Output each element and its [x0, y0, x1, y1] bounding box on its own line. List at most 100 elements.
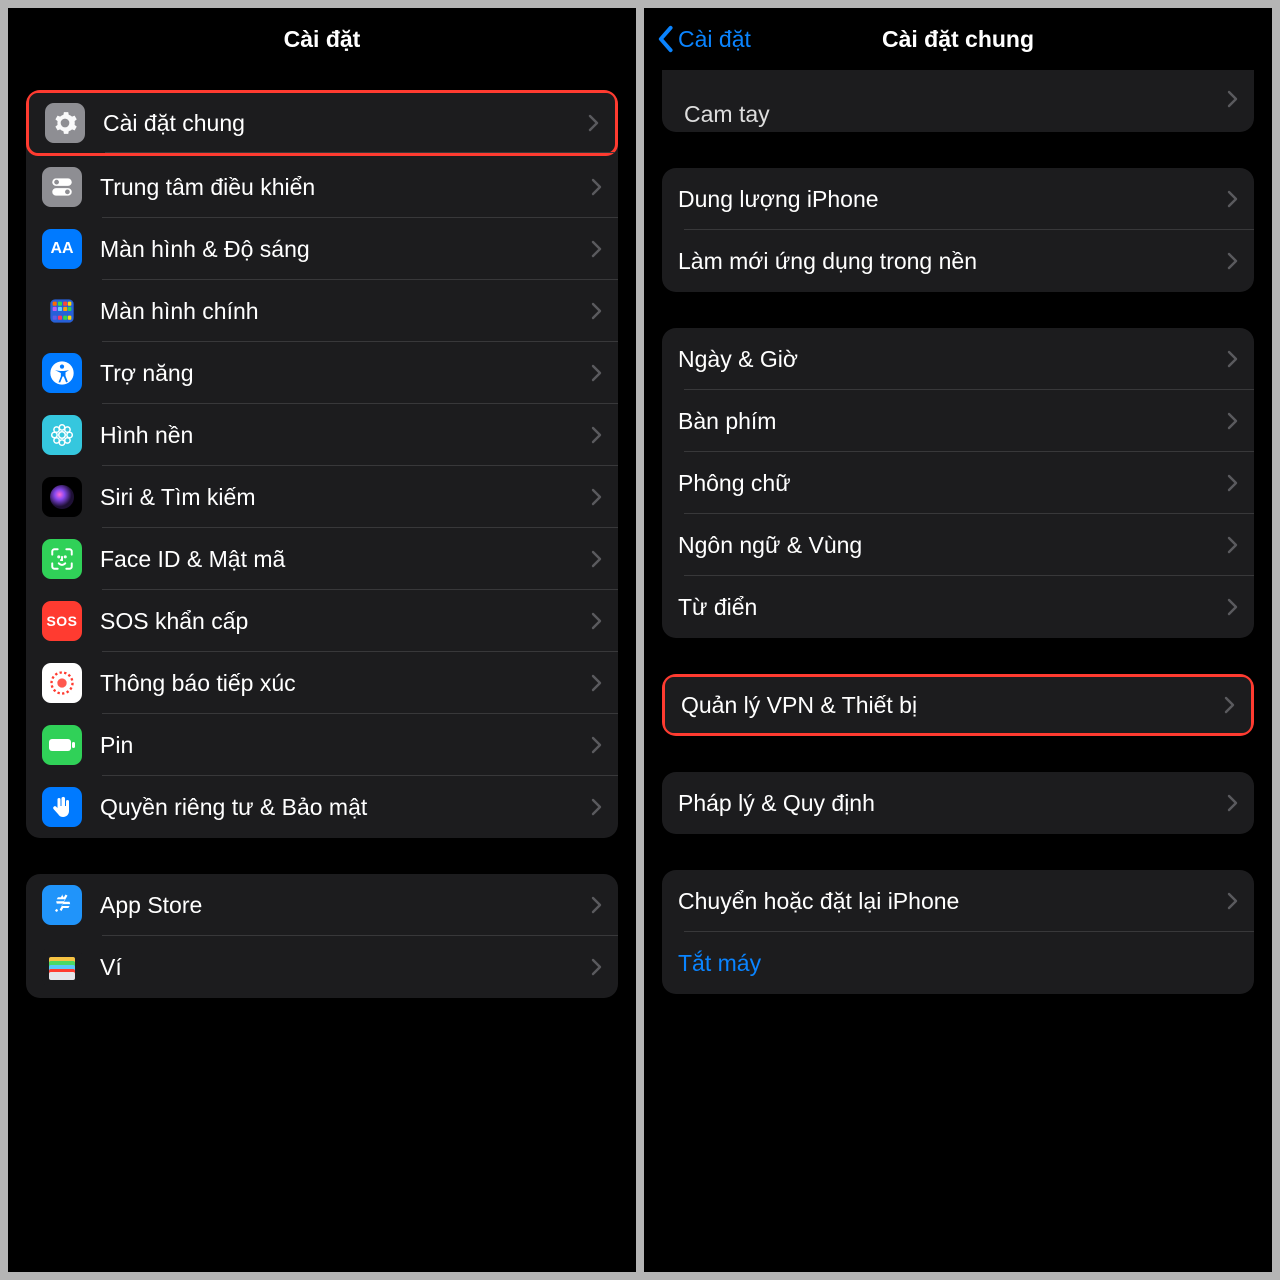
- settings-row[interactable]: Phông chữ: [662, 452, 1254, 514]
- settings-row[interactable]: Hình nền: [26, 404, 618, 466]
- flower-icon: [49, 422, 75, 448]
- row-label: Làm mới ứng dụng trong nền: [678, 248, 1227, 275]
- settings-row[interactable]: SOS SOS khẩn cấp: [26, 590, 618, 652]
- settings-group: Cài đặt chung Trung tâm điều khiển AA Màn h…: [26, 90, 618, 838]
- row-label: Quản lý VPN & Thiết bị: [681, 692, 1224, 719]
- row-icon: [42, 787, 82, 827]
- settings-row-partial[interactable]: Cam tay: [662, 70, 1254, 132]
- partial-group: Cam tay: [662, 70, 1254, 132]
- row-label: Bàn phím: [678, 408, 1227, 435]
- right-phone: Cài đặt Cài đặt chung Cam tay Dung lượng …: [644, 8, 1272, 1272]
- back-label: Cài đặt: [678, 26, 751, 53]
- row-icon: [42, 725, 82, 765]
- row-label: Màn hình & Độ sáng: [100, 236, 591, 263]
- toggles-icon: [49, 174, 75, 200]
- aa-icon: AA: [50, 240, 73, 258]
- chevron-right-icon: [1227, 90, 1238, 108]
- row-label: Ví: [100, 954, 591, 981]
- chevron-right-icon: [1227, 598, 1238, 616]
- chevron-left-icon: [656, 25, 674, 53]
- chevron-right-icon: [591, 364, 602, 382]
- settings-row[interactable]: Ngày & Giờ: [662, 328, 1254, 390]
- gear-icon: [52, 110, 78, 136]
- row-icon: [42, 663, 82, 703]
- row-icon: [42, 291, 82, 331]
- row-label: Face ID & Mật mã: [100, 546, 591, 573]
- row-label: Pin: [100, 732, 591, 759]
- chevron-right-icon: [588, 114, 599, 132]
- row-icon: [42, 539, 82, 579]
- row-icon: [42, 885, 82, 925]
- settings-row[interactable]: Dung lượng iPhone: [662, 168, 1254, 230]
- settings-row[interactable]: Màn hình chính: [26, 280, 618, 342]
- row-label: Chuyển hoặc đặt lại iPhone: [678, 888, 1227, 915]
- appstore-icon: [48, 891, 76, 919]
- back-button[interactable]: Cài đặt: [656, 25, 751, 53]
- settings-row[interactable]: Face ID & Mật mã: [26, 528, 618, 590]
- chevron-right-icon: [591, 178, 602, 196]
- settings-row[interactable]: Siri & Tìm kiếm: [26, 466, 618, 528]
- settings-row[interactable]: Ví: [26, 936, 618, 998]
- chevron-right-icon: [1227, 474, 1238, 492]
- settings-group: Quản lý VPN & Thiết bị: [662, 674, 1254, 736]
- row-label: Siri & Tìm kiếm: [100, 484, 591, 511]
- settings-group: Chuyển hoặc đặt lại iPhone Tắt máy: [662, 870, 1254, 994]
- row-icon: [42, 477, 82, 517]
- navbar-left: Cài đặt: [8, 8, 636, 70]
- right-content[interactable]: Cam tay Dung lượng iPhone Làm mới ứng dụng…: [644, 70, 1272, 1272]
- row-label: Trợ năng: [100, 360, 591, 387]
- chevron-right-icon: [591, 674, 602, 692]
- row-label: Pháp lý & Quy định: [678, 790, 1227, 817]
- chevron-right-icon: [591, 302, 602, 320]
- row-label: SOS khẩn cấp: [100, 608, 591, 635]
- settings-row[interactable]: Pin: [26, 714, 618, 776]
- chevron-right-icon: [1227, 794, 1238, 812]
- chevron-right-icon: [1227, 536, 1238, 554]
- chevron-right-icon: [591, 798, 602, 816]
- chevron-right-icon: [591, 240, 602, 258]
- chevron-right-icon: [591, 958, 602, 976]
- hand-icon: [50, 795, 74, 819]
- settings-row[interactable]: Từ điển: [662, 576, 1254, 638]
- settings-row[interactable]: Làm mới ứng dụng trong nền: [662, 230, 1254, 292]
- row-icon: AA: [42, 229, 82, 269]
- settings-row[interactable]: App Store: [26, 874, 618, 936]
- left-content[interactable]: Cài đặt chung Trung tâm điều khiển AA Màn h…: [8, 70, 636, 1272]
- chevron-right-icon: [591, 612, 602, 630]
- settings-row[interactable]: Quản lý VPN & Thiết bị: [662, 674, 1254, 736]
- settings-row[interactable]: Trung tâm điều khiển: [26, 156, 618, 218]
- row-label: Từ điển: [678, 594, 1227, 621]
- settings-row[interactable]: Quyền riêng tư & Bảo mật: [26, 776, 618, 838]
- settings-group: Dung lượng iPhone Làm mới ứng dụng trong …: [662, 168, 1254, 292]
- row-label: Trung tâm điều khiển: [100, 174, 591, 201]
- settings-row[interactable]: AA Màn hình & Độ sáng: [26, 218, 618, 280]
- chevron-right-icon: [1227, 252, 1238, 270]
- settings-row[interactable]: Pháp lý & Quy định: [662, 772, 1254, 834]
- row-label: Quyền riêng tư & Bảo mật: [100, 794, 591, 821]
- settings-row[interactable]: Bàn phím: [662, 390, 1254, 452]
- settings-row[interactable]: Cài đặt chung: [26, 90, 618, 156]
- page-title: Cài đặt: [284, 26, 361, 53]
- chevron-right-icon: [591, 896, 602, 914]
- row-icon: [42, 415, 82, 455]
- chevron-right-icon: [1224, 696, 1235, 714]
- grid-icon: [48, 297, 76, 325]
- row-label: App Store: [100, 892, 591, 919]
- row-label: Cam tay: [684, 101, 770, 128]
- left-phone: Cài đặt Cài đặt chung Trung tâm điều khiể…: [8, 8, 636, 1272]
- settings-row[interactable]: Ngôn ngữ & Vùng: [662, 514, 1254, 576]
- siri-icon: [42, 477, 82, 517]
- settings-row[interactable]: Trợ năng: [26, 342, 618, 404]
- chevron-right-icon: [591, 550, 602, 568]
- settings-row[interactable]: Chuyển hoặc đặt lại iPhone: [662, 870, 1254, 932]
- chevron-right-icon: [1227, 892, 1238, 910]
- faceid-icon: [49, 546, 75, 572]
- row-label: Ngôn ngữ & Vùng: [678, 532, 1227, 559]
- row-icon: SOS: [42, 601, 82, 641]
- row-label: Màn hình chính: [100, 298, 591, 325]
- settings-row[interactable]: Thông báo tiếp xúc: [26, 652, 618, 714]
- settings-row[interactable]: Tắt máy: [662, 932, 1254, 994]
- chevron-right-icon: [1227, 350, 1238, 368]
- chevron-right-icon: [591, 426, 602, 444]
- navbar-right: Cài đặt Cài đặt chung: [644, 8, 1272, 70]
